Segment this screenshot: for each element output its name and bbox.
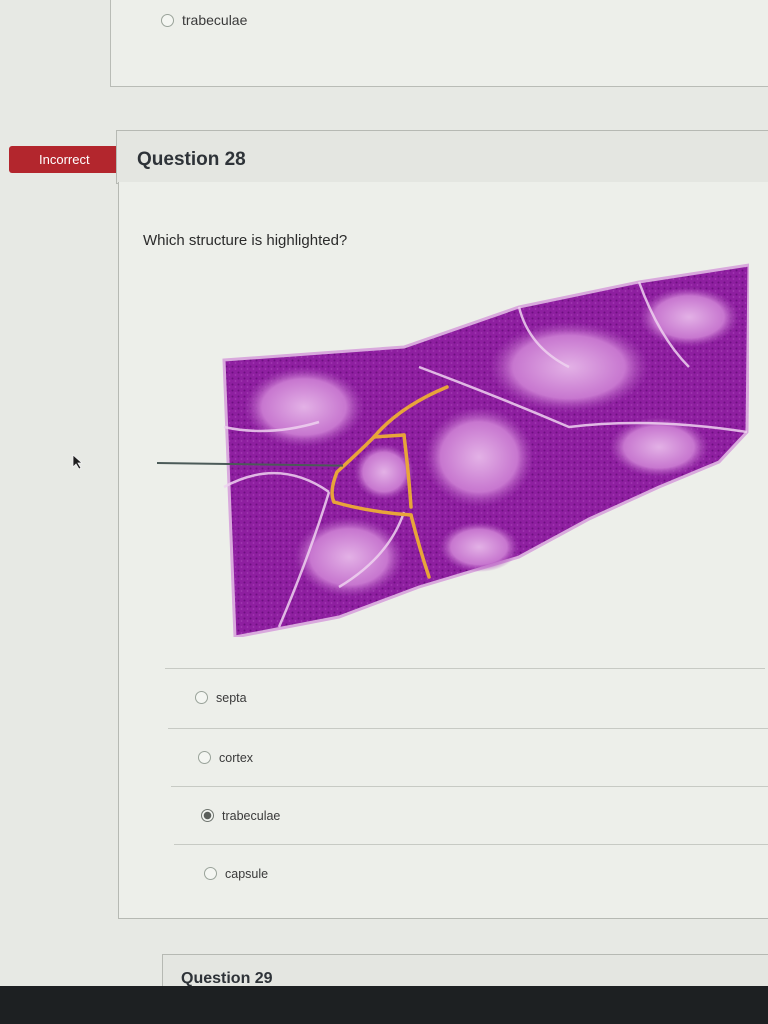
radio-button-selected[interactable] — [201, 809, 214, 822]
answer-label: septa — [216, 690, 247, 705]
incorrect-status-badge: Incorrect — [9, 146, 135, 173]
radio-button[interactable] — [204, 867, 217, 880]
answer-label: cortex — [219, 750, 254, 765]
answer-option[interactable]: septa — [165, 668, 765, 726]
radio-button[interactable] — [198, 751, 211, 764]
answer-option[interactable]: capsule — [174, 844, 768, 902]
answer-label: trabeculae — [222, 808, 281, 823]
histology-image — [222, 263, 749, 637]
prev-answer-option[interactable]: trabeculae — [161, 12, 247, 28]
prev-answer-label: trabeculae — [182, 12, 248, 28]
answer-option[interactable]: trabeculae — [171, 786, 768, 844]
question-title: Question 28 — [137, 149, 246, 170]
mouse-cursor-icon — [72, 454, 84, 470]
question-prompt: Which structure is highlighted? — [143, 232, 348, 249]
question-header: Question 28 — [116, 130, 768, 184]
answer-option[interactable]: cortex — [168, 728, 768, 786]
previous-question-panel: trabeculae — [110, 0, 768, 87]
answer-label: capsule — [225, 866, 269, 881]
monitor-bezel — [0, 986, 768, 1024]
radio-button[interactable] — [161, 13, 174, 27]
radio-button[interactable] — [195, 691, 208, 704]
